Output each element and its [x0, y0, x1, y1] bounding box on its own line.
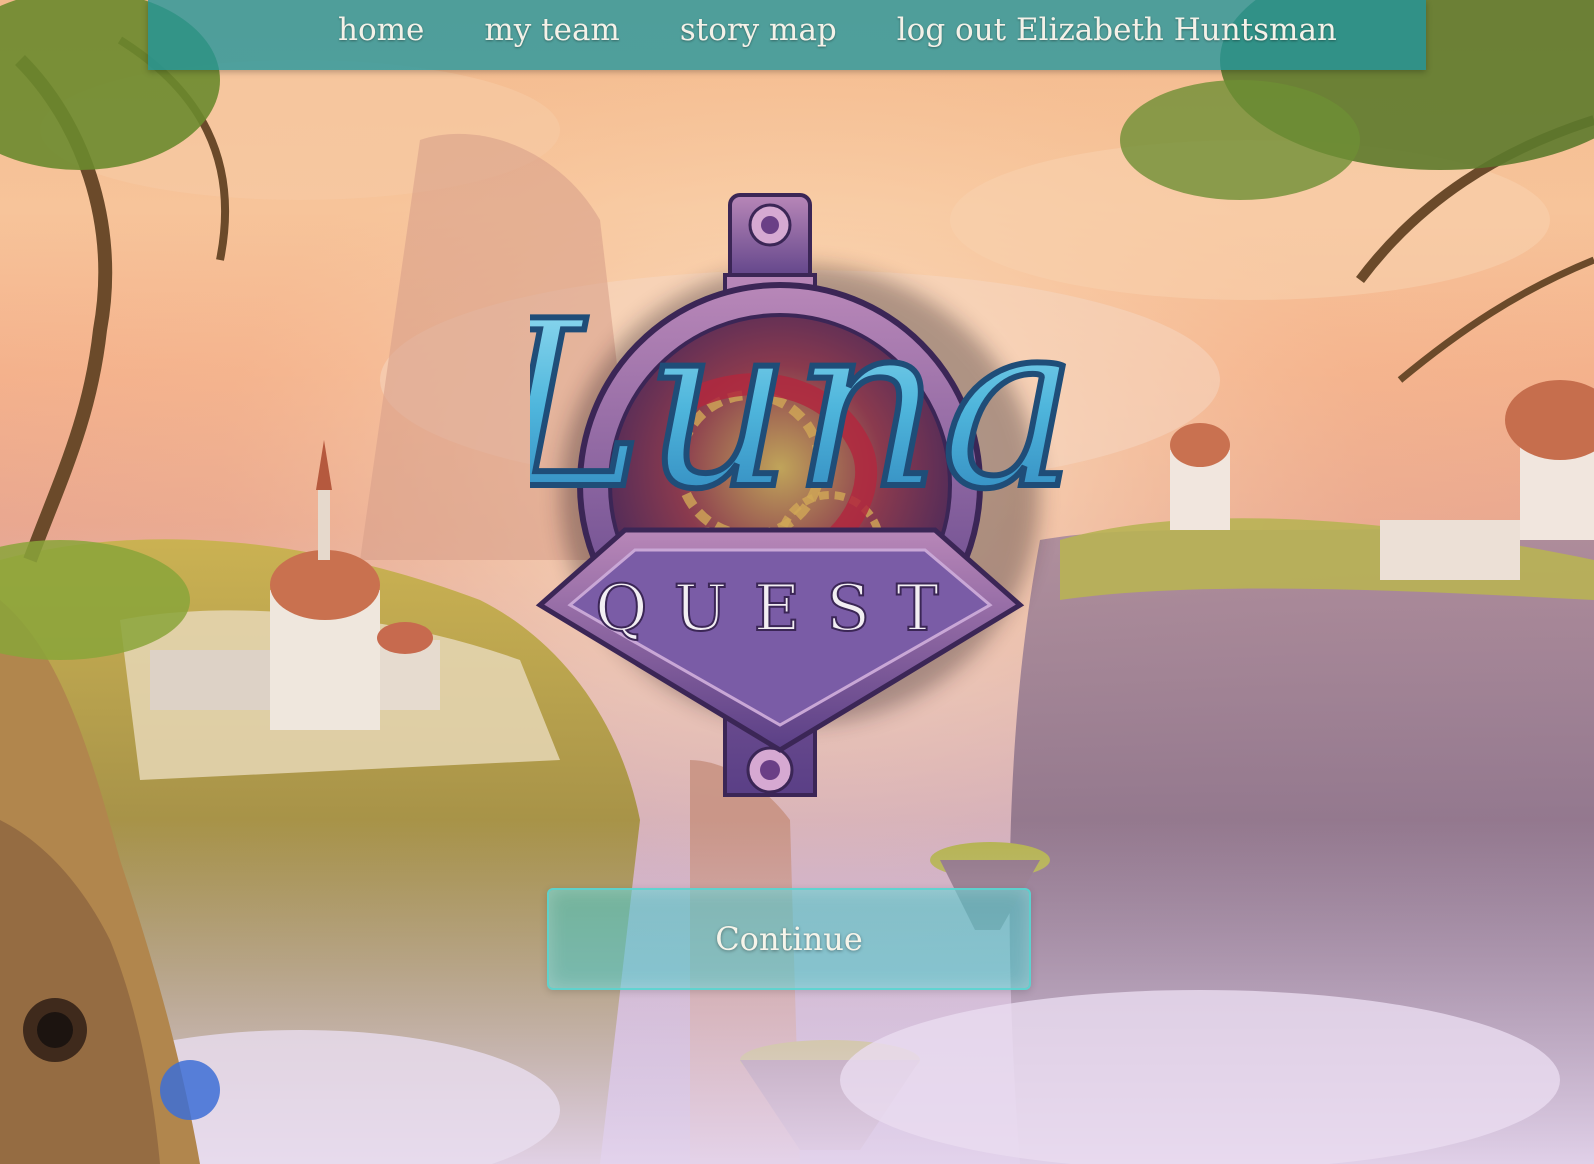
continue-button-label: Continue [715, 920, 863, 958]
logo-subtitle-text: QUEST [595, 572, 965, 646]
logo-title-text: Luna [530, 273, 1070, 540]
luna-quest-logo: QUEST Luna [530, 185, 1070, 825]
nav-home-link[interactable]: home [338, 8, 424, 52]
continue-button[interactable]: Continue [547, 888, 1031, 990]
nav-log-out-link[interactable]: log out Elizabeth Huntsman [897, 8, 1337, 52]
nav-story-map-link[interactable]: story map [680, 8, 837, 52]
nav-my-team-link[interactable]: my team [484, 8, 619, 52]
nav-menu: home my team story map log out Elizabeth… [338, 8, 1337, 52]
logo-emblem: QUEST Luna [530, 193, 1070, 797]
top-navigation-bar: home my team story map log out Elizabeth… [148, 0, 1426, 70]
game-start-screen: home my team story map log out Elizabeth… [0, 0, 1594, 1164]
